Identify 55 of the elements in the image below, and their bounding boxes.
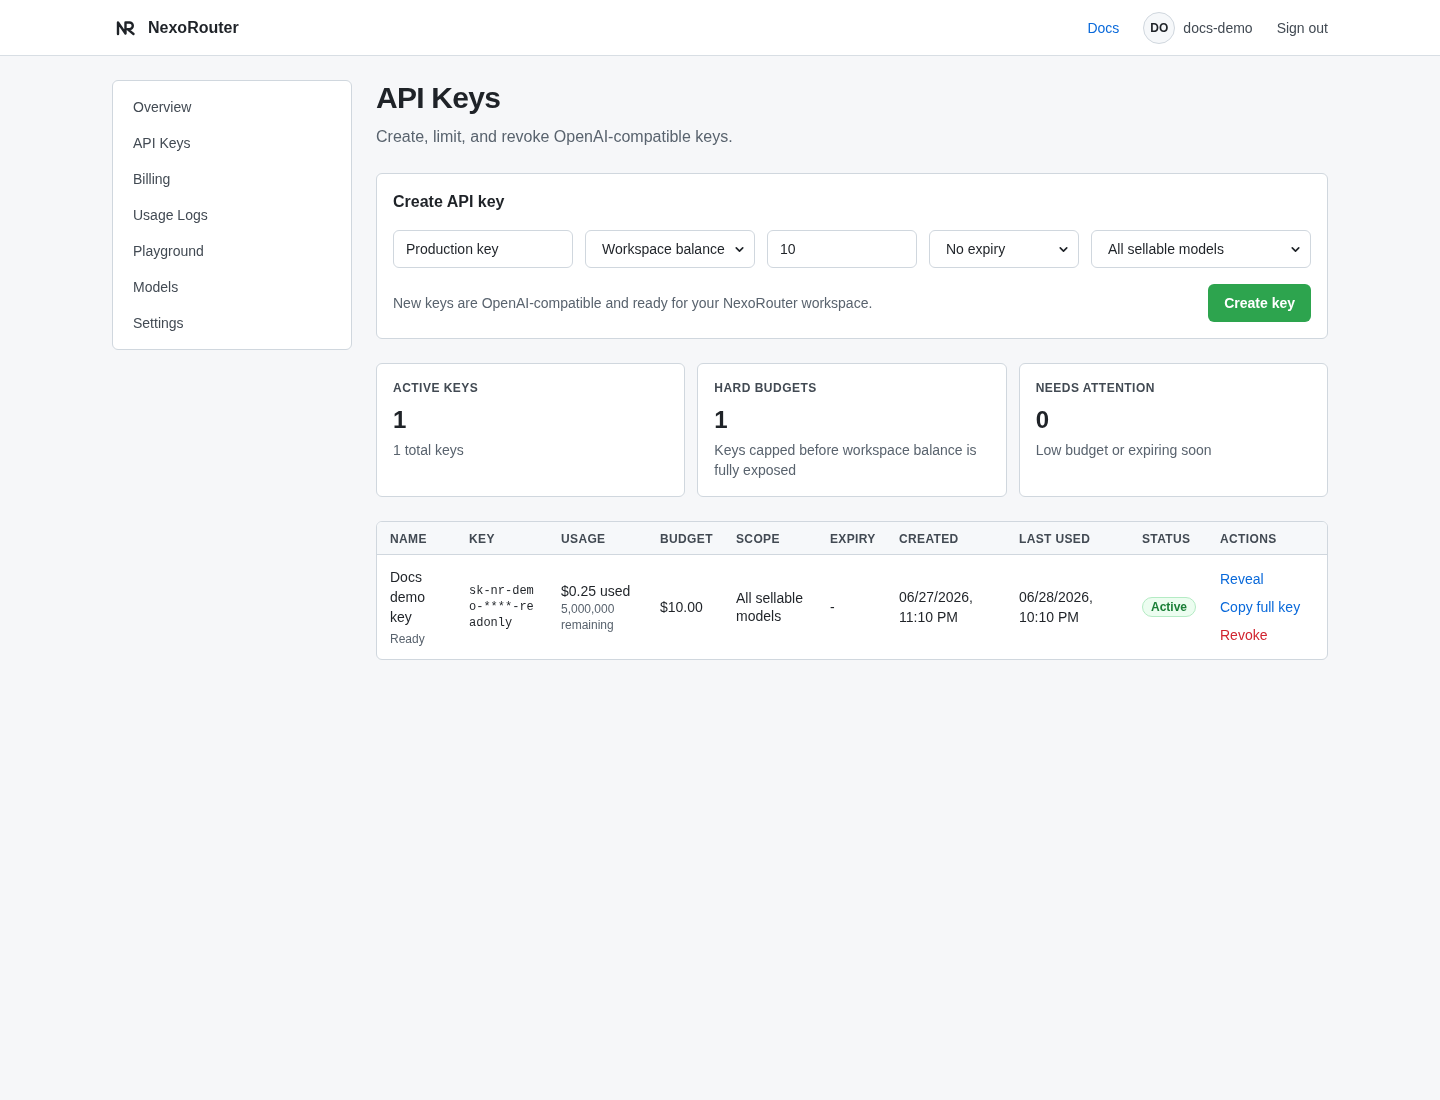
usage-amount: $0.25 used: [561, 581, 632, 601]
column-header: ACTIONS: [1220, 531, 1277, 546]
stat-value: 0: [1035, 405, 1050, 435]
table-cell-text: 06/28/2026, 10:10 PM: [1019, 587, 1094, 627]
action-link[interactable]: Copy full key: [1220, 596, 1301, 617]
stat-label: HARD BUDGETS: [714, 380, 818, 396]
nav-link[interactable]: Overview: [121, 89, 343, 125]
sign-out-link[interactable]: Sign out: [1276, 17, 1328, 38]
key-name: Docs demo key: [390, 567, 427, 627]
page-title: API Keys: [376, 80, 502, 116]
table-cell-text: All sellable models: [736, 588, 804, 625]
nav-link[interactable]: Billing: [121, 161, 343, 197]
column-header: USAGE: [561, 531, 606, 546]
user-name: docs-demo: [1183, 18, 1253, 38]
nav-link[interactable]: Settings: [121, 305, 343, 341]
stat-label: ACTIVE KEYS: [393, 380, 480, 396]
remaining-amount: 5,000,000 remaining: [561, 600, 616, 633]
table-cell: $10.00: [660, 598, 703, 615]
nav-link[interactable]: API Keys: [121, 125, 343, 161]
nav-link[interactable]: Models: [121, 269, 343, 305]
page-subtitle: Create, limit, and revoke OpenAI-compatible keys.: [376, 127, 734, 147]
stat-description: Keys capped before workspace balance is fully exposed: [714, 441, 978, 480]
stat-description: 1 total keys: [393, 441, 465, 460]
status-badge: Active: [1142, 597, 1197, 617]
card-title: Create API key: [393, 192, 506, 212]
brand-name: NexoRouter: [148, 17, 239, 38]
column-header: BUDGET: [660, 531, 713, 546]
column-header: SCOPE: [736, 531, 780, 546]
table-cell-text: 06/27/2026, 11:10 PM: [899, 587, 974, 627]
dropdown[interactable]: No expiry: [929, 230, 1079, 268]
logo-icon: [116, 19, 136, 36]
table-cell: -: [830, 598, 835, 615]
text-input[interactable]: 10: [767, 230, 917, 268]
helper-text: New keys are OpenAI-compatible and ready for your NexoRouter workspace.: [393, 294, 873, 313]
column-header: CREATED: [899, 531, 959, 546]
text-input[interactable]: Production key: [393, 230, 573, 268]
column-header: EXPIRY: [830, 531, 876, 546]
stat-label: NEEDS ATTENTION: [1035, 380, 1156, 396]
action-link[interactable]: Reveal: [1220, 568, 1264, 589]
avatar: DO: [1143, 11, 1176, 44]
dropdown[interactable]: All sellable models: [1091, 230, 1311, 268]
nav-link[interactable]: Playground: [121, 233, 343, 269]
key-state: Ready: [390, 630, 426, 647]
column-header: STATUS: [1142, 531, 1191, 546]
masked-key: sk-nr-demo-****-readonly: [469, 582, 539, 631]
column-header: NAME: [390, 531, 427, 546]
docs-link[interactable]: Docs: [1087, 17, 1120, 38]
nav-link[interactable]: Usage Logs: [121, 197, 343, 233]
column-header: LAST USED: [1019, 531, 1091, 546]
stat-value: 1: [393, 405, 408, 435]
dropdown[interactable]: Workspace balance: [585, 230, 755, 268]
action-link[interactable]: Revoke: [1220, 624, 1268, 645]
column-header: KEY: [469, 531, 495, 546]
stat-value: 1: [714, 405, 729, 435]
stat-description: Low budget or expiring soon: [1035, 441, 1213, 460]
